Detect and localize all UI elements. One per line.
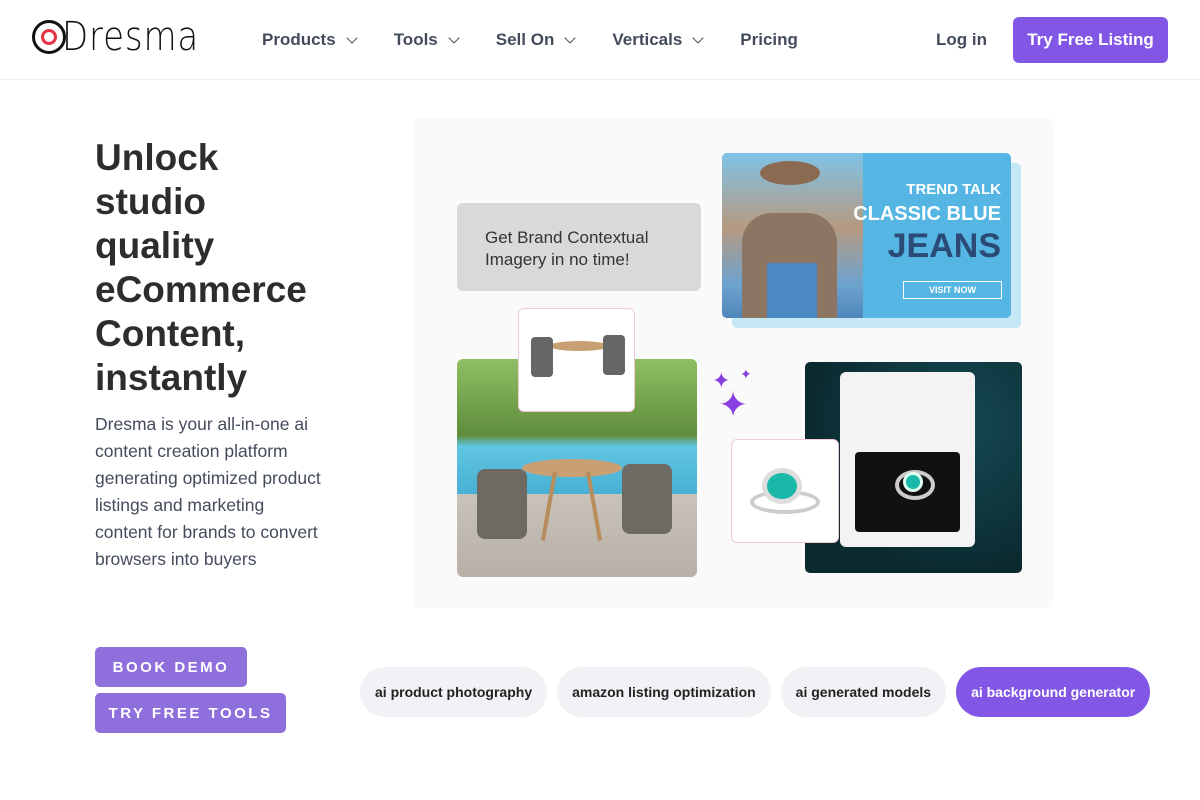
hero-description: Dresma is your all-in-one ai content cre… [95, 414, 321, 569]
nav-label: Verticals [612, 30, 683, 49]
patio-furniture-thumbnail [518, 308, 635, 412]
nav-products[interactable]: Products [262, 30, 358, 50]
logo-text: Dresma [62, 14, 200, 60]
top-nav: Dresma Products Tools Sell On Verticals … [0, 0, 1200, 80]
nav-label: Pricing [740, 30, 798, 49]
sparkle-icon: ✦ [740, 366, 752, 382]
try-free-tools-button[interactable]: TRY FREE TOOLS [95, 693, 286, 733]
jeans-banner-image: TREND TALK CLASSIC BLUE JEANS VISIT NOW [722, 153, 1011, 318]
try-free-listing-button[interactable]: Try Free Listing [1013, 17, 1168, 63]
nav-pricing[interactable]: Pricing [740, 30, 798, 50]
chip-amazon-listing-optimization[interactable]: amazon listing optimization [557, 667, 771, 717]
banner-line1: TREND TALK [906, 181, 1001, 198]
nav-label: Products [262, 30, 336, 49]
nav-label: Tools [393, 30, 438, 49]
banner-line3: JEANS [887, 227, 1001, 265]
feature-chips: ai product photography amazon listing op… [360, 667, 1151, 717]
chip-ai-background-generator[interactable]: ai background generator [956, 667, 1151, 717]
banner-visit-now: VISIT NOW [903, 281, 1002, 299]
login-link[interactable]: Log in [936, 30, 987, 50]
nav-tools[interactable]: Tools [393, 30, 460, 50]
ring-thumbnail [731, 439, 839, 543]
chevron-down-icon [448, 31, 460, 44]
nav-sell-on[interactable]: Sell On [495, 30, 577, 50]
nav-label: Sell On [495, 30, 555, 49]
logo-mark-icon [32, 20, 66, 54]
hero-title: Unlock studio quality eCommerce Content,… [95, 137, 307, 398]
banner-line2: CLASSIC BLUE [853, 203, 1001, 225]
nav-verticals[interactable]: Verticals [612, 30, 704, 50]
sparkle-icon: ✦ [718, 384, 749, 425]
chevron-down-icon [692, 31, 704, 44]
dresma-logo[interactable]: Dresma [32, 14, 223, 60]
brand-imagery-caption: Get Brand Contextual Imagery in no time! [457, 203, 701, 291]
chip-ai-product-photography[interactable]: ai product photography [360, 667, 548, 717]
chevron-down-icon [346, 31, 358, 44]
book-demo-button[interactable]: BOOK DEMO [95, 647, 247, 687]
chevron-down-icon [564, 31, 577, 44]
chip-ai-generated-models[interactable]: ai generated models [780, 667, 947, 717]
